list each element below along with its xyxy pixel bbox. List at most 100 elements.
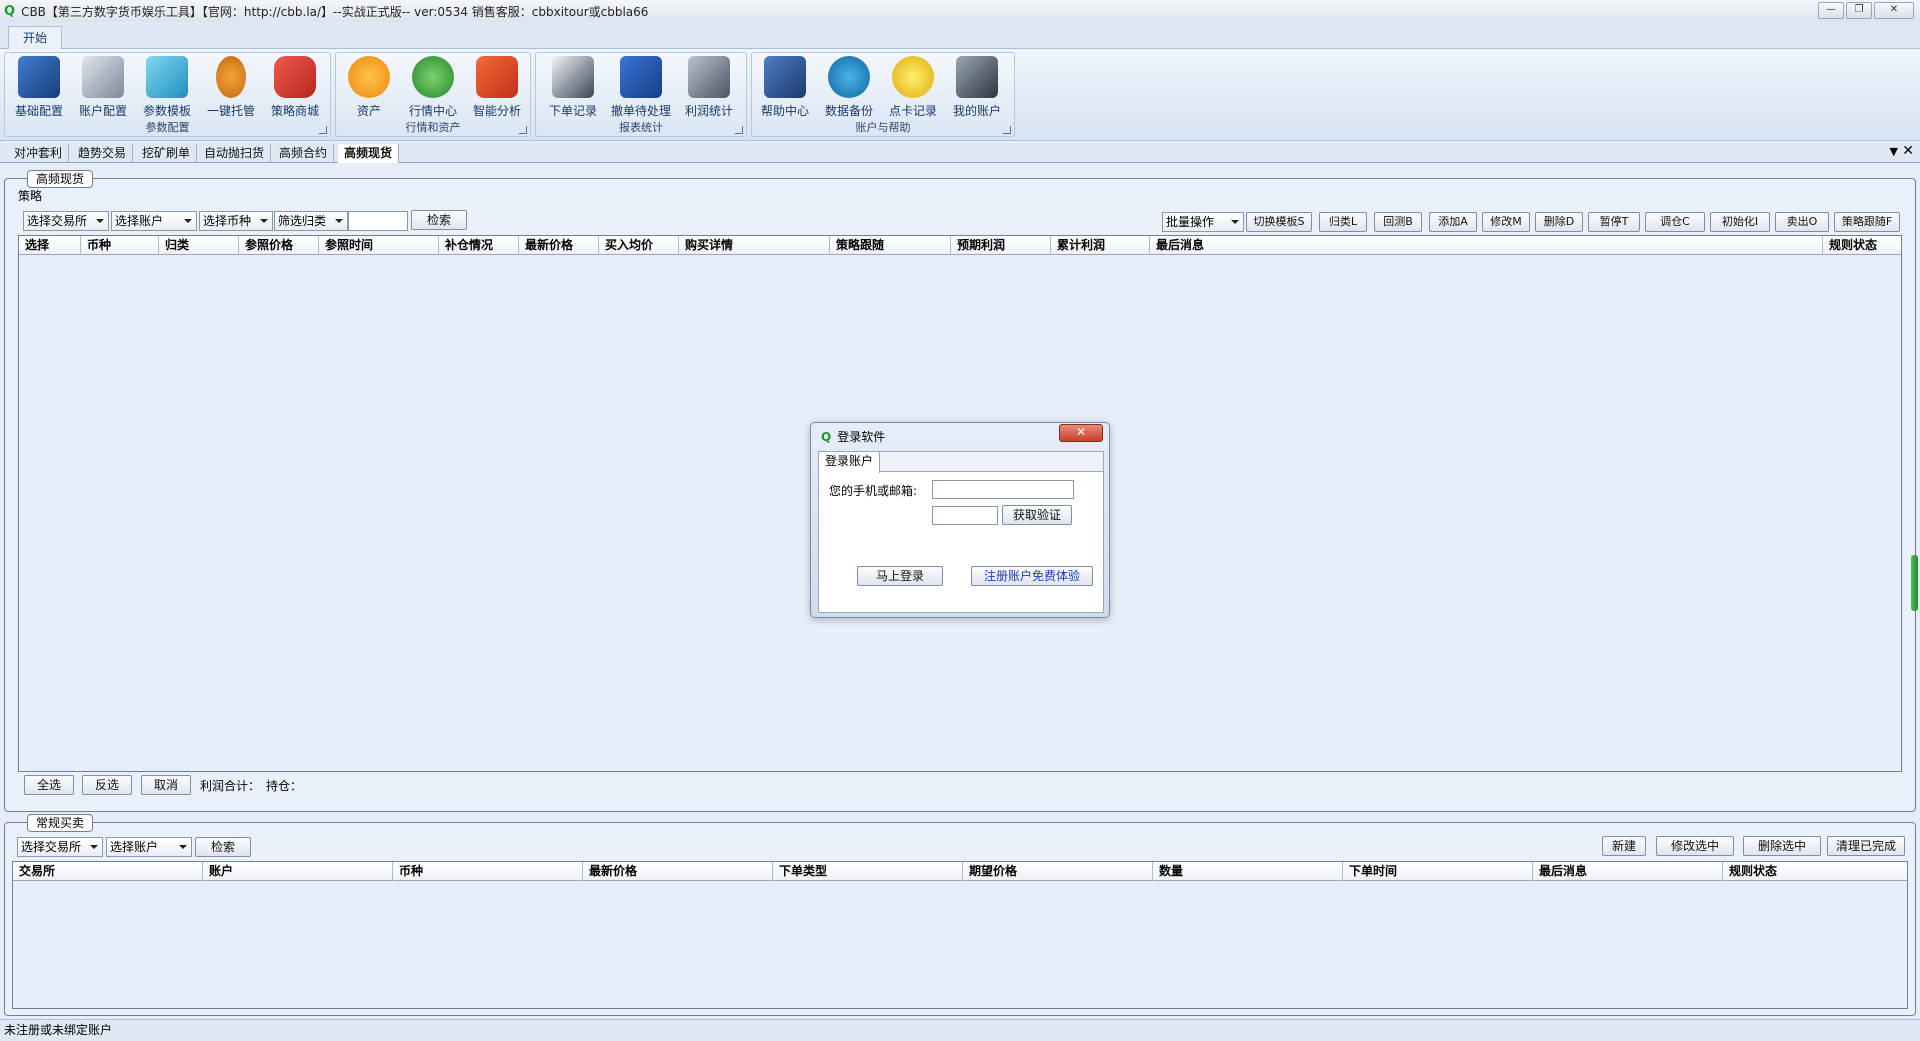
- ribbon-tab-start[interactable]: 开始: [8, 26, 62, 50]
- column-header[interactable]: 累计利润: [1051, 236, 1150, 255]
- grid-header: 交易所 账户 币种 最新价格 下单类型 期望价格 数量 下单时间 最后消息 规则…: [13, 862, 1907, 881]
- pending-cancel-button[interactable]: 撤单待处理: [610, 56, 672, 124]
- backtest-button[interactable]: 回测B: [1374, 212, 1422, 232]
- add-button[interactable]: 添加A: [1429, 212, 1477, 232]
- one-click-hosting-button[interactable]: 一键托管: [200, 56, 262, 124]
- minimize-button[interactable]: —: [1818, 2, 1844, 19]
- tab-hedge-arbitrage[interactable]: 对冲套利: [8, 144, 70, 163]
- tabs-dropdown-icon[interactable]: ▼: [1890, 145, 1898, 158]
- modify-button[interactable]: 修改M: [1482, 212, 1530, 232]
- column-header[interactable]: 最新价格: [583, 862, 773, 881]
- column-header[interactable]: 参照价格: [239, 236, 319, 255]
- coin-select[interactable]: 选择币种: [199, 211, 273, 231]
- modify-selected-button[interactable]: 修改选中: [1656, 836, 1734, 856]
- tab-trend-trading[interactable]: 趋势交易: [72, 144, 134, 163]
- phone-email-input[interactable]: [932, 480, 1074, 499]
- column-header[interactable]: 下单时间: [1343, 862, 1533, 881]
- assets-button[interactable]: 资产: [338, 56, 400, 124]
- new-order-button[interactable]: 新建: [1602, 836, 1646, 856]
- data-backup-button[interactable]: 数据备份: [818, 56, 880, 124]
- column-header[interactable]: 预期利润: [951, 236, 1051, 255]
- column-header[interactable]: 策略跟随: [830, 236, 951, 255]
- column-header[interactable]: 账户: [203, 862, 393, 881]
- column-header[interactable]: 期望价格: [963, 862, 1153, 881]
- categorize-button[interactable]: 归类L: [1319, 212, 1367, 232]
- invert-selection-button[interactable]: 反选: [82, 775, 132, 795]
- basic-config-button[interactable]: 基础配置: [8, 56, 70, 124]
- search-button[interactable]: 检索: [411, 210, 467, 230]
- column-header[interactable]: 规则状态: [1723, 862, 1907, 881]
- batch-operation-select[interactable]: 批量操作: [1162, 212, 1244, 232]
- column-header[interactable]: 选择: [19, 236, 81, 255]
- category-filter-select[interactable]: 筛选归类: [274, 211, 348, 231]
- login-button[interactable]: 马上登录: [857, 566, 943, 586]
- scroll-handle[interactable]: [1911, 555, 1918, 611]
- group-launcher-icon[interactable]: [519, 126, 527, 134]
- param-template-button[interactable]: 参数模板: [136, 56, 198, 124]
- strategy-subtab[interactable]: 策略: [18, 187, 42, 204]
- column-header[interactable]: 补仓情况: [439, 236, 519, 255]
- delete-selected-button[interactable]: 删除选中: [1743, 836, 1821, 856]
- order-records-button[interactable]: 下单记录: [542, 56, 604, 124]
- group-launcher-icon[interactable]: [735, 126, 743, 134]
- close-button[interactable]: ✕: [1874, 2, 1914, 19]
- register-free-trial-button[interactable]: 注册账户免费体验: [971, 566, 1093, 586]
- help-center-button[interactable]: 帮助中心: [754, 56, 816, 124]
- ribbon-tab-strip: 开始: [0, 22, 1920, 50]
- rebalance-button[interactable]: 调仓C: [1645, 212, 1705, 232]
- grid-header: 选择 币种 归类 参照价格 参照时间 补仓情况 最新价格 买入均价 购买详情 策…: [19, 236, 1901, 255]
- tab-auto-sweep[interactable]: 自动抛扫货: [198, 144, 272, 163]
- profit-stats-button[interactable]: 利润统计: [678, 56, 740, 124]
- smart-analysis-button[interactable]: 智能分析: [466, 56, 528, 124]
- switch-template-button[interactable]: 切换模板S: [1246, 212, 1312, 232]
- tab-login-account[interactable]: 登录账户: [819, 452, 881, 473]
- exchange-select[interactable]: 选择交易所: [23, 211, 109, 231]
- filter-text-input[interactable]: [348, 211, 408, 231]
- restore-button[interactable]: ❐: [1846, 2, 1872, 19]
- verification-code-input[interactable]: [932, 506, 998, 525]
- column-header[interactable]: 币种: [81, 236, 159, 255]
- column-header[interactable]: 买入均价: [599, 236, 679, 255]
- strategy-shop-button[interactable]: 策略商城: [264, 56, 326, 124]
- get-code-button[interactable]: 获取验证: [1002, 505, 1072, 525]
- column-header[interactable]: 规则状态: [1823, 236, 1901, 255]
- column-header[interactable]: 最后消息: [1150, 236, 1823, 255]
- group-launcher-icon[interactable]: [319, 126, 327, 134]
- pause-button[interactable]: 暂停T: [1588, 212, 1640, 232]
- account-select[interactable]: 选择账户: [111, 211, 197, 231]
- card-records-button[interactable]: 点卡记录: [882, 56, 944, 124]
- my-account-button[interactable]: 我的账户: [946, 56, 1008, 124]
- column-header[interactable]: 交易所: [13, 862, 203, 881]
- exchange-select-bottom[interactable]: 选择交易所: [17, 837, 103, 857]
- tab-hf-contract[interactable]: 高频合约: [273, 144, 335, 163]
- select-all-button[interactable]: 全选: [24, 775, 74, 795]
- sell-button[interactable]: 卖出O: [1775, 212, 1829, 232]
- backup-globe-icon: [828, 56, 870, 98]
- market-center-button[interactable]: 行情中心: [402, 56, 464, 124]
- column-header[interactable]: 下单类型: [773, 862, 963, 881]
- tab-mining-orders[interactable]: 挖矿刷单: [136, 144, 198, 163]
- column-header[interactable]: 参照时间: [319, 236, 439, 255]
- clear-completed-button[interactable]: 清理已完成: [1827, 836, 1905, 856]
- column-header[interactable]: 购买详情: [679, 236, 830, 255]
- search-button-bottom[interactable]: 检索: [195, 837, 251, 857]
- app-logo-icon: Q: [821, 430, 832, 444]
- account-config-button[interactable]: 账户配置: [72, 56, 134, 124]
- column-header[interactable]: 最新价格: [519, 236, 599, 255]
- orders-grid[interactable]: 交易所 账户 币种 最新价格 下单类型 期望价格 数量 下单时间 最后消息 规则…: [12, 861, 1908, 1009]
- tab-hf-spot[interactable]: 高频现货: [338, 144, 400, 163]
- module-tab-strip: 对冲套利 趋势交易 挖矿刷单 自动抛扫货 高频合约 高频现货 ▼ ✕: [0, 143, 1920, 163]
- delete-button[interactable]: 删除D: [1535, 212, 1583, 232]
- column-header[interactable]: 币种: [393, 862, 583, 881]
- column-header[interactable]: 归类: [159, 236, 239, 255]
- initialize-button[interactable]: 初始化I: [1710, 212, 1770, 232]
- account-select-bottom[interactable]: 选择账户: [106, 837, 192, 857]
- tabs-close-icon[interactable]: ✕: [1902, 143, 1914, 159]
- group-launcher-icon[interactable]: [1003, 126, 1011, 134]
- column-header[interactable]: 数量: [1153, 862, 1343, 881]
- dialog-close-button[interactable]: ✕: [1059, 424, 1103, 442]
- strategy-follow-button[interactable]: 策略跟随F: [1834, 212, 1900, 232]
- ribbon-group-label: 参数配置: [145, 121, 190, 134]
- column-header[interactable]: 最后消息: [1533, 862, 1723, 881]
- cancel-selection-button[interactable]: 取消: [141, 775, 191, 795]
